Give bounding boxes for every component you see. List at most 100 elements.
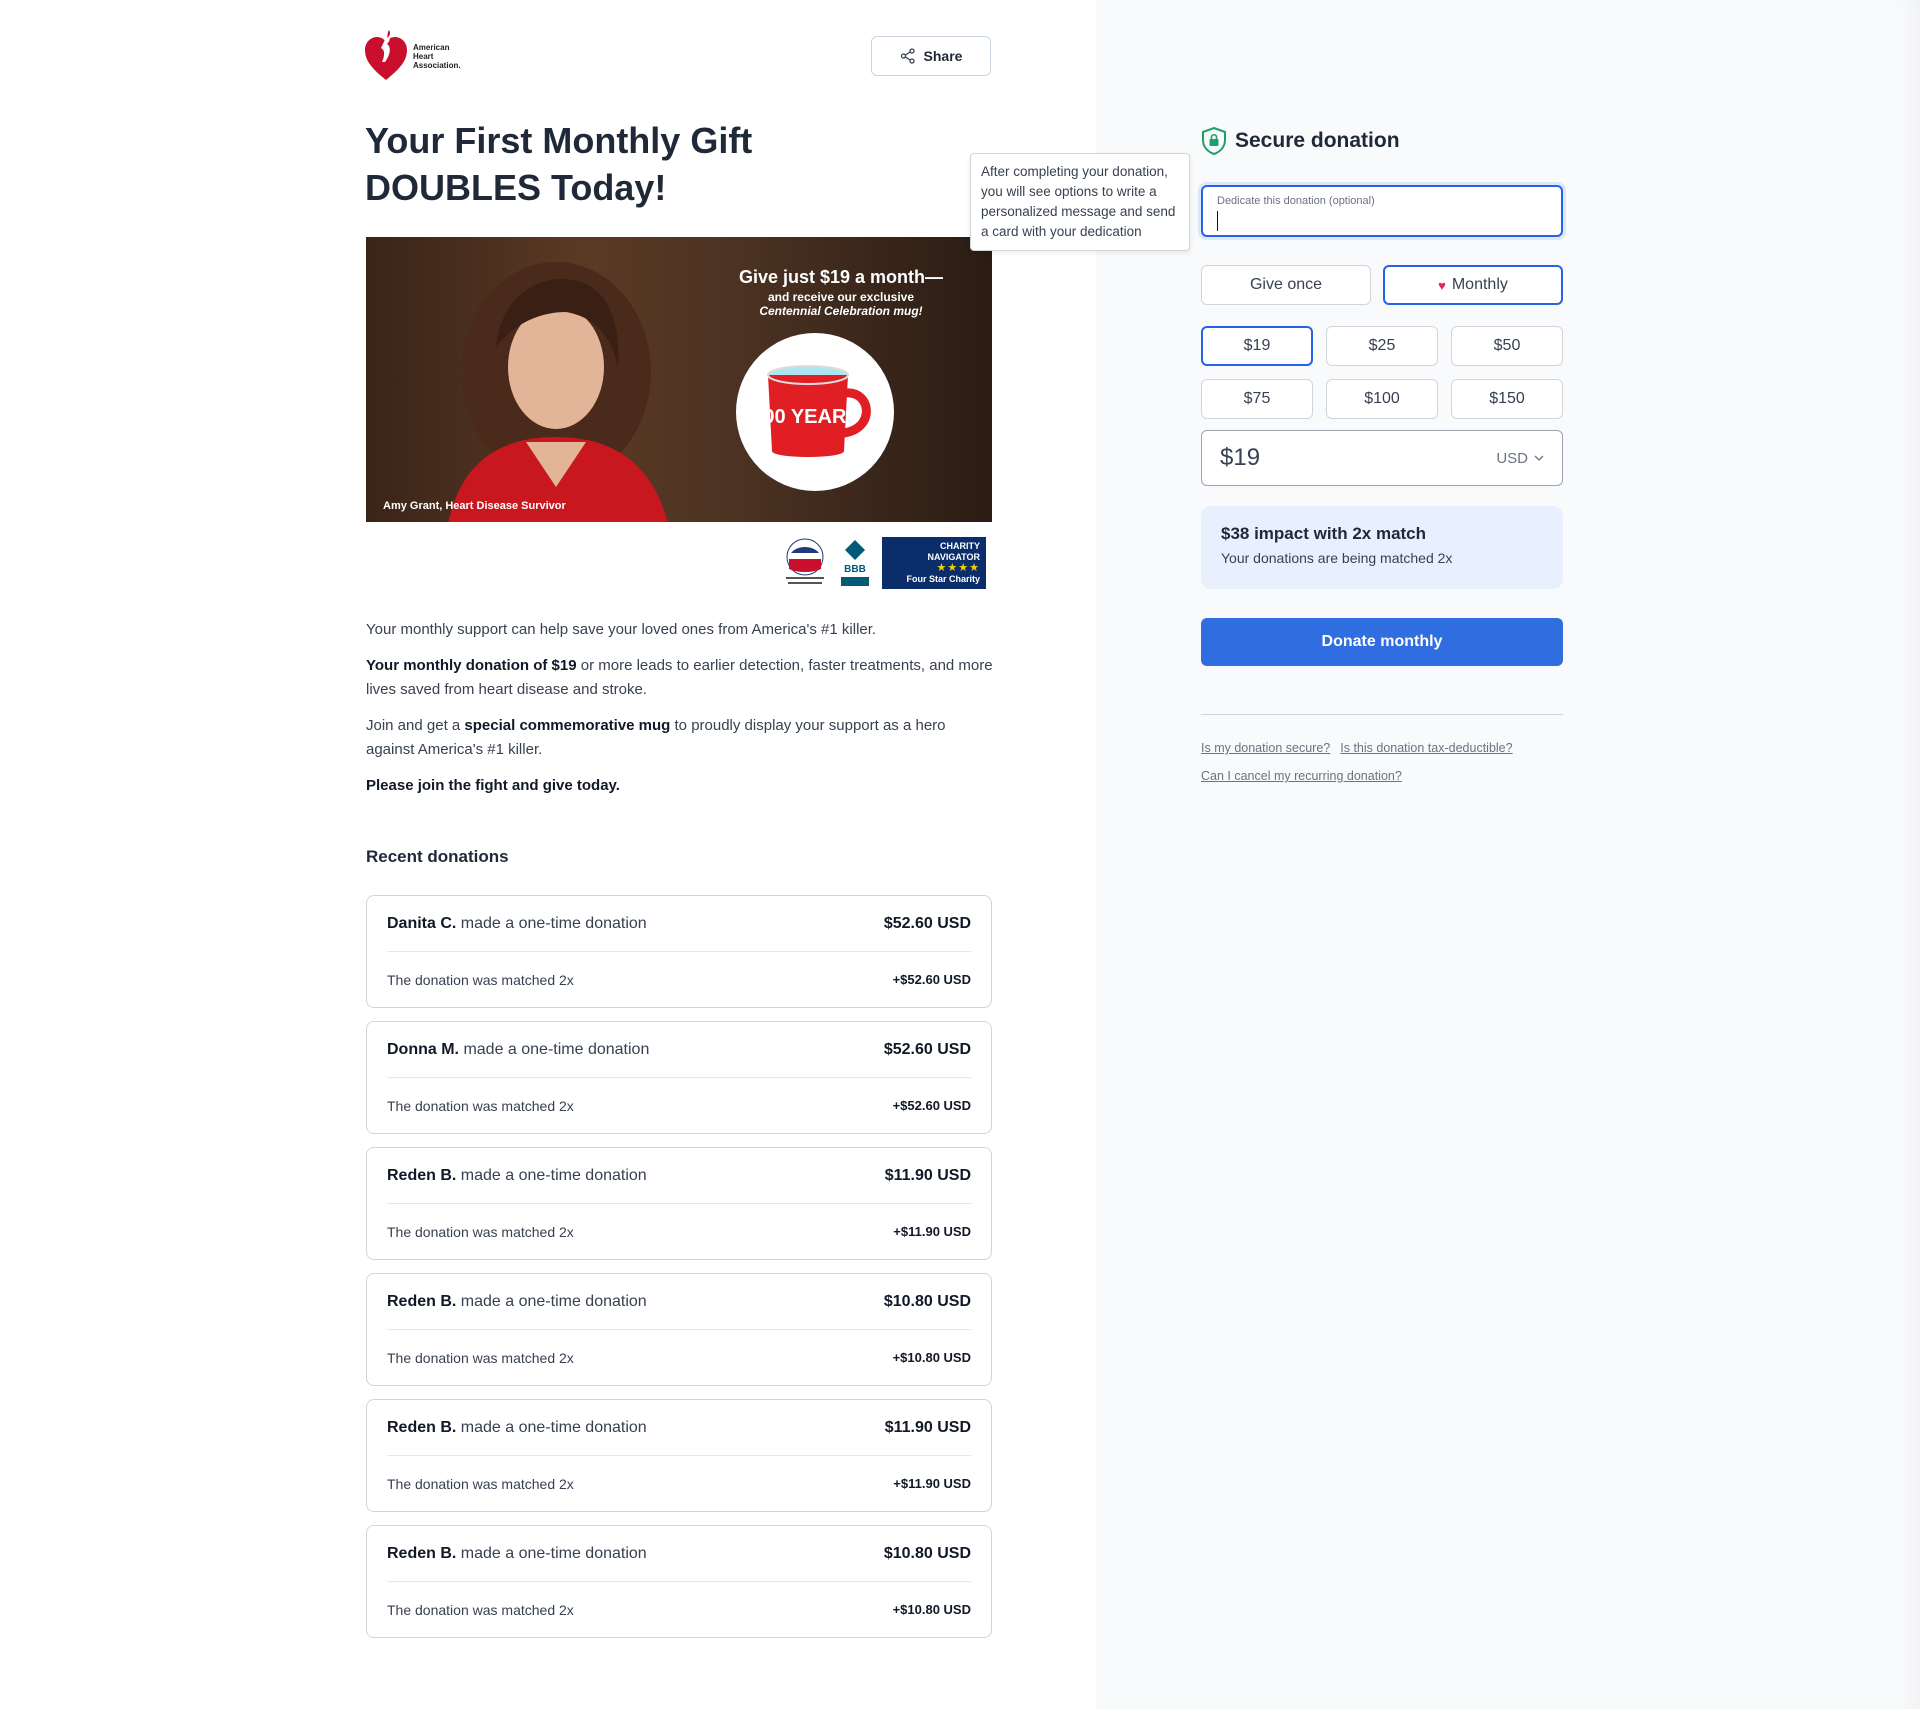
appeal-paragraph-2: Your monthly donation of $19 or more lea… <box>366 657 993 698</box>
trust-badges: BBB CHARITY NAVIGATOR ★★★★ Four Star Cha… <box>782 537 986 589</box>
custom-amount-field[interactable]: $19 USD <box>1201 430 1563 486</box>
donation-amount: $11.90 USD <box>884 1418 971 1436</box>
impact-subtext: Your donations are being matched 2x <box>1221 550 1453 566</box>
amount-option-75[interactable]: $75 <box>1201 379 1313 419</box>
impact-heading: $38 impact with 2x match <box>1221 524 1427 543</box>
mug-text: 100 YEARS <box>752 406 859 428</box>
dedicate-label: Dedicate this donation (optional) <box>1217 195 1375 207</box>
faq-link-cancel[interactable]: Can I cancel my recurring donation? <box>1201 769 1402 783</box>
match-amount: +$52.60 USD <box>892 1098 971 1113</box>
appeal-paragraph-1: Your monthly support can help save your … <box>366 621 877 638</box>
match-text: The donation was matched 2x <box>387 1601 574 1618</box>
donation-action: made a one-time donation <box>459 1040 650 1058</box>
hero-caption: Amy Grant, Heart Disease Survivor <box>383 500 566 512</box>
donation-card: Reden B. made a one-time donation $10.80 … <box>366 1525 992 1638</box>
donation-card: Reden B. made a one-time donation $11.90 … <box>366 1399 992 1512</box>
amount-option-150[interactable]: $150 <box>1451 379 1563 419</box>
match-text: The donation was matched 2x <box>387 1475 574 1492</box>
give-once-button[interactable]: Give once <box>1201 265 1371 305</box>
match-text: The donation was matched 2x <box>387 1349 574 1366</box>
match-text: The donation was matched 2x <box>387 971 574 988</box>
match-text: The donation was matched 2x <box>387 1223 574 1240</box>
donation-action: made a one-time donation <box>456 1292 647 1310</box>
appeal-paragraph-4: Please join the fight and give today. <box>366 777 620 794</box>
chevron-down-icon <box>1534 455 1544 461</box>
amount-option-25[interactable]: $25 <box>1326 326 1438 366</box>
secure-donation-label: Secure donation <box>1235 129 1400 152</box>
amy-grant-photo <box>448 262 668 522</box>
currency-select[interactable]: USD <box>1496 450 1544 467</box>
shield-lock-icon <box>1202 127 1226 155</box>
share-label: Share <box>923 48 963 64</box>
donation-card: Danita C. made a one-time donation $52.60… <box>366 895 992 1008</box>
bbb-text: BBB <box>844 564 866 575</box>
faq-link-tax[interactable]: Is this donation tax-deductible? <box>1340 741 1512 755</box>
donation-amount: $52.60 USD <box>883 914 971 932</box>
heart-icon: ♥ <box>1438 277 1446 293</box>
match-amount: +$10.80 USD <box>892 1350 971 1365</box>
donation-card: Reden B. made a one-time donation $10.80 … <box>366 1273 992 1386</box>
donor-name: Reden B. <box>387 1292 457 1310</box>
donation-action: made a one-time donation <box>456 914 647 932</box>
faq-link-secure[interactable]: Is my donation secure? <box>1201 741 1330 755</box>
logo-wordmark: American Heart Association. <box>413 42 461 70</box>
amount-option-50[interactable]: $50 <box>1451 326 1563 366</box>
donor-name: Reden B. <box>387 1544 457 1562</box>
mug-icon: 100 YEARS <box>752 365 871 457</box>
amount-options: $19 $25 $50 $75 $100 $150 <box>1201 326 1563 419</box>
hero-subline-italic: Centennial Celebration mug! <box>759 304 923 318</box>
main-column: American Heart Association. Share Your F… <box>0 0 1096 1709</box>
match-amount: +$10.80 USD <box>892 1602 971 1617</box>
donation-amount: $52.60 USD <box>883 1040 971 1058</box>
appeal-text: Your monthly support can help save your … <box>366 618 996 810</box>
donor-name: Danita C. <box>387 914 457 932</box>
share-icon <box>900 48 915 64</box>
dedicate-field[interactable]: Dedicate this donation (optional) <box>1201 185 1563 237</box>
amount-value[interactable]: $19 <box>1220 444 1260 472</box>
donate-monthly-button[interactable]: Donate monthly <box>1201 618 1563 666</box>
heart-torch-logo-icon <box>365 30 407 80</box>
hero-headline-block: Give just $19 a month— and receive our e… <box>696 267 986 318</box>
share-button[interactable]: Share <box>871 36 991 76</box>
impact-box: $38 impact with 2x match Your donations … <box>1201 506 1563 589</box>
bbb-accredited-icon: BBB <box>838 537 872 589</box>
cn-line1: CHARITY <box>940 541 980 551</box>
hero-image: Give just $19 a month— and receive our e… <box>366 237 992 522</box>
nhc-seal-icon <box>786 538 824 584</box>
match-amount: +$52.60 USD <box>892 972 971 987</box>
donation-amount: $10.80 USD <box>883 1292 971 1310</box>
hero-headline: Give just $19 a month— <box>738 267 944 287</box>
donation-action: made a one-time donation <box>456 1166 647 1184</box>
match-amount: +$11.90 USD <box>893 1224 971 1239</box>
donation-panel <box>1096 0 1920 1709</box>
donor-name: Reden B. <box>387 1166 457 1184</box>
mug-circle: 100 YEARS <box>736 333 894 491</box>
aha-logo[interactable]: American Heart Association. <box>365 30 463 82</box>
dedication-tooltip: After completing your donation, you will… <box>970 153 1190 251</box>
charity-navigator-badge: CHARITY NAVIGATOR ★★★★ Four Star Charity <box>882 537 986 589</box>
donation-card: Donna M. made a one-time donation $52.60 … <box>366 1021 992 1134</box>
frequency-toggle: Give once ♥ Monthly <box>1201 265 1563 305</box>
amount-option-100[interactable]: $100 <box>1326 379 1438 419</box>
donation-action: made a one-time donation <box>456 1544 647 1562</box>
page-title: Your First Monthly Gift DOUBLES Today! <box>365 120 753 208</box>
cn-stars-icon: ★★★★ <box>936 562 980 574</box>
donor-name: Donna M. <box>387 1040 459 1058</box>
donor-name: Reden B. <box>387 1418 457 1436</box>
match-amount: +$11.90 USD <box>893 1476 971 1491</box>
recent-donations-title: Recent donations <box>366 847 509 866</box>
match-text: The donation was matched 2x <box>387 1097 574 1114</box>
hero-subline: and receive our exclusive <box>767 290 915 304</box>
divider <box>1201 714 1563 715</box>
donation-card: Reden B. made a one-time donation $11.90 … <box>366 1147 992 1260</box>
monthly-button[interactable]: ♥ Monthly <box>1383 265 1563 305</box>
donation-amount: $10.80 USD <box>883 1544 971 1562</box>
amount-option-19[interactable]: $19 <box>1201 326 1313 366</box>
dedicate-input[interactable] <box>1217 211 1547 231</box>
appeal-paragraph-3: Join and get a special commemorative mug… <box>366 717 946 758</box>
donation-amount: $11.90 USD <box>884 1166 971 1184</box>
donation-action: made a one-time donation <box>456 1418 647 1436</box>
faq-links: Is my donation secure? Is this donation t… <box>1201 734 1581 790</box>
cn-line3: Four Star Charity <box>906 574 980 584</box>
secure-donation-heading: Secure donation <box>1201 127 1400 155</box>
